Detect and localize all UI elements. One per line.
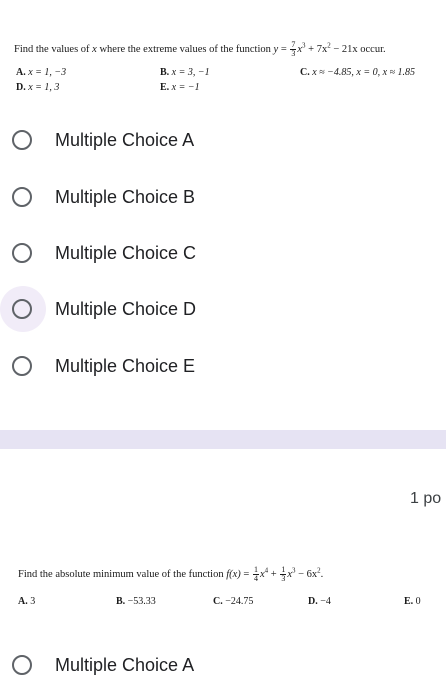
q2-answer-b: B. −53.33 — [116, 596, 156, 608]
q2-fraction-1: 14 — [252, 566, 259, 583]
answer-letter: A. — [16, 67, 26, 78]
q2-answer-a: A. 3 — [18, 596, 35, 608]
choice-d[interactable]: Multiple Choice D — [0, 286, 446, 332]
q1-middle: where the extreme values of the function — [96, 43, 274, 55]
q1-prefix: Find the values of — [14, 43, 93, 55]
question-2-text: Find the absolute minimum value of the f… — [18, 566, 323, 583]
answer-letter: C. — [300, 67, 310, 78]
radio-button-a[interactable] — [12, 130, 32, 150]
q1-fraction: 73 — [290, 41, 297, 58]
q1-answer-e: E. x = −1 — [160, 82, 200, 94]
answer-text: x = 1, 3 — [28, 82, 60, 93]
choice-label-b: Multiple Choice B — [55, 186, 196, 207]
answer-letter: D. — [16, 82, 26, 93]
q2-prefix: Find the absolute minimum value of the f… — [18, 568, 227, 580]
q1-term3: − 21x — [330, 43, 358, 55]
q2-frac1-den: 4 — [253, 574, 258, 583]
answer-letter: D. — [308, 596, 318, 607]
q2-answer-e: E. 0 — [404, 596, 421, 608]
q2-func: f(x) — [226, 568, 241, 580]
q1-eq: = — [278, 43, 290, 55]
answer-letter: B. — [116, 596, 126, 607]
choice-label-a: Multiple Choice A — [55, 129, 195, 150]
points-label: 1 po — [410, 490, 442, 507]
q1-answer-d: D. x = 1, 3 — [16, 82, 59, 94]
answer-text: 0 — [415, 596, 421, 607]
answer-text: x = 3, −1 — [171, 67, 210, 78]
answer-text: x ≈ −4.85, x = 0, x ≈ 1.85 — [312, 67, 416, 78]
choice-a[interactable]: Multiple Choice A — [0, 120, 446, 160]
q2-frac2-den: 3 — [281, 574, 286, 583]
q2-choice-a[interactable]: Multiple Choice A — [0, 645, 446, 685]
q1-term2: + 7x — [305, 43, 328, 55]
q2-suffix: . — [320, 568, 324, 580]
answer-text: x = 1, −3 — [28, 67, 67, 78]
answer-text: −53.33 — [127, 596, 156, 607]
choice-label-d: Multiple Choice D — [55, 298, 197, 319]
q2-radio-button-a[interactable] — [12, 655, 32, 675]
question-1-text: Find the values of x where the extreme v… — [14, 41, 386, 58]
q2-answer-c: C. −24.75 — [213, 596, 253, 608]
choice-b[interactable]: Multiple Choice B — [0, 177, 446, 217]
radio-button-c[interactable] — [12, 243, 32, 263]
answer-letter: C. — [213, 596, 223, 607]
radio-button-d[interactable] — [12, 299, 32, 319]
q1-frac-den: 3 — [291, 49, 296, 58]
answer-letter: E. — [160, 82, 170, 93]
answer-text: 3 — [30, 596, 36, 607]
q2-plus: + — [268, 568, 280, 580]
answer-text: x = −1 — [171, 82, 200, 93]
radio-button-e[interactable] — [12, 356, 32, 376]
q1-suffix: occur. — [357, 43, 386, 55]
q1-answer-a: A. x = 1, −3 — [16, 67, 66, 79]
q1-answer-c: C. x ≈ −4.85, x = 0, x ≈ 1.85 — [300, 67, 415, 79]
q1-answer-b: B. x = 3, −1 — [160, 67, 210, 79]
answer-text: −24.75 — [225, 596, 254, 607]
q2-choice-label-a: Multiple Choice A — [55, 654, 195, 675]
q2-eq: = — [240, 568, 252, 580]
q2-term3: − 6x — [295, 568, 318, 580]
choice-e[interactable]: Multiple Choice E — [0, 346, 446, 386]
answer-text: −4 — [320, 596, 331, 607]
answer-letter: E. — [404, 596, 414, 607]
choice-c[interactable]: Multiple Choice C — [0, 233, 446, 273]
q2-fraction-2: 13 — [280, 566, 287, 583]
choice-label-c: Multiple Choice C — [55, 242, 197, 263]
question-separator — [0, 430, 446, 449]
choice-label-e: Multiple Choice E — [55, 355, 196, 376]
answer-letter: A. — [18, 596, 28, 607]
answer-letter: B. — [160, 67, 170, 78]
q2-answer-d: D. −4 — [308, 596, 331, 608]
radio-button-b[interactable] — [12, 187, 32, 207]
